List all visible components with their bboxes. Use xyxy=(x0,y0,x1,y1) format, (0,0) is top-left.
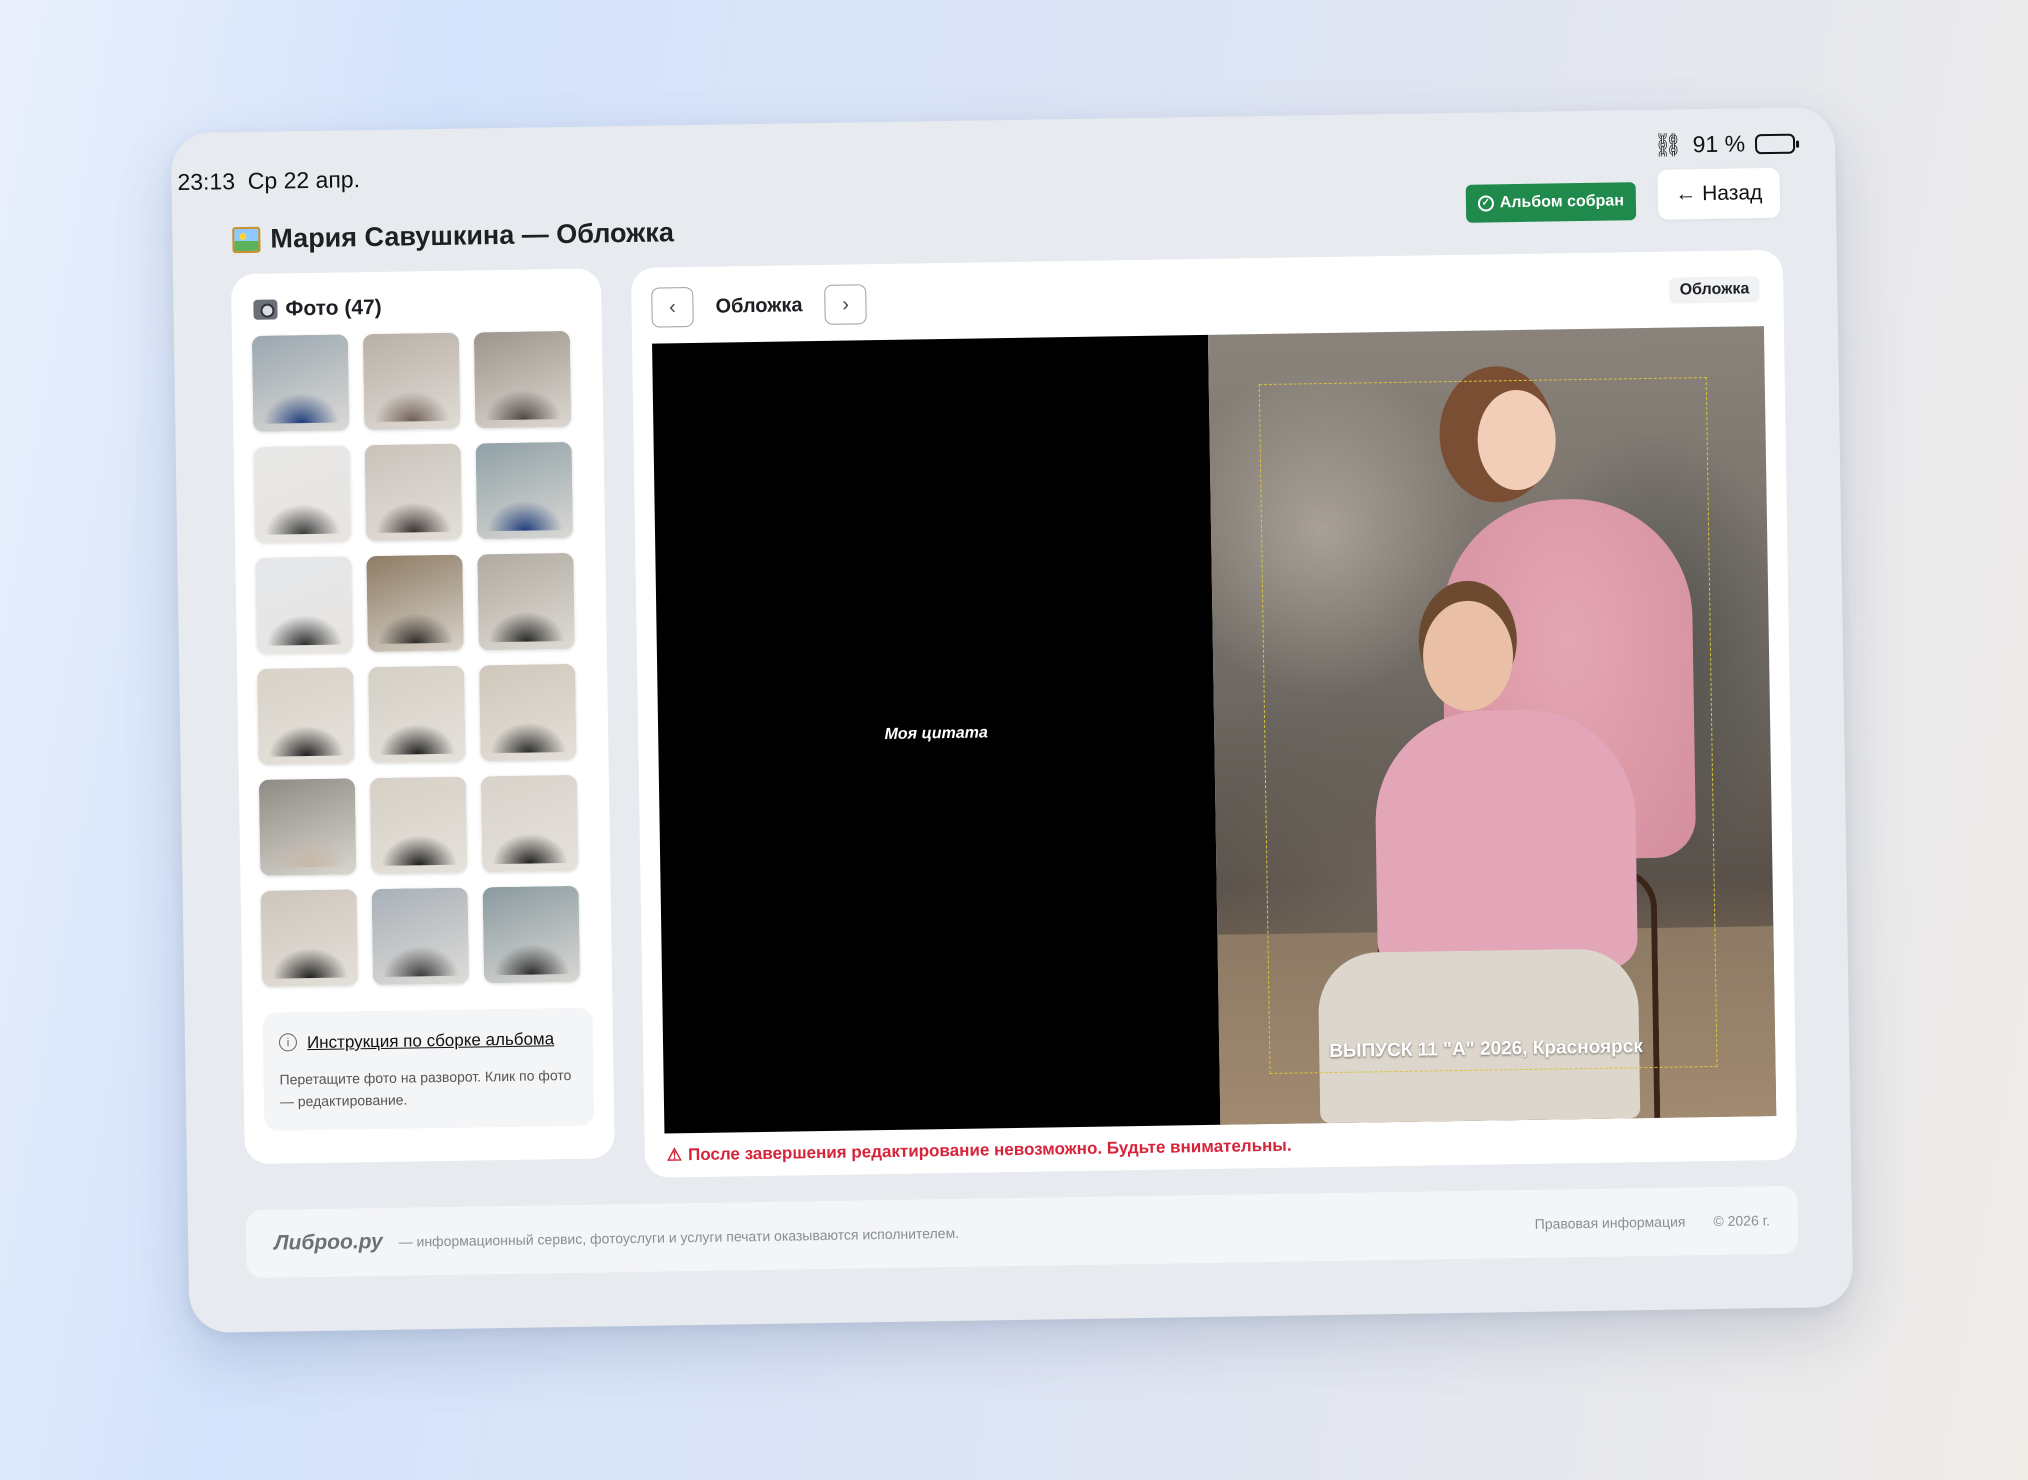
photos-count: Фото (47) xyxy=(285,295,382,321)
photo-thumbnail[interactable] xyxy=(255,556,353,654)
page-title-text: Мария Савушкина — Обложка xyxy=(270,217,675,254)
photo-sidebar: Фото (47) i Инструкция по сборке альбома… xyxy=(230,268,615,1165)
spread-navigation: ‹ Обложка › xyxy=(651,284,867,328)
thumbnail-subject xyxy=(372,593,458,645)
spread-editor: ‹ Обложка › Обложка Моя цитата ВЫПУСК 11… xyxy=(630,249,1798,1178)
cover-back-page[interactable]: Моя цитата xyxy=(652,334,1221,1134)
chevron-left-icon: ‹ xyxy=(668,295,676,318)
photo-thumbnail[interactable] xyxy=(369,776,468,875)
photo-thumbnail[interactable] xyxy=(366,554,464,653)
footer-description: — информационный сервис, фотоуслуги и ус… xyxy=(398,1224,960,1250)
link-icon: ⛓ xyxy=(1653,131,1683,158)
album-complete-badge: ✓ Альбом собран xyxy=(1465,182,1637,223)
photo-thumbnail[interactable] xyxy=(482,885,581,984)
safe-area-guide xyxy=(1258,377,1718,1074)
thumbnail-subject xyxy=(263,705,349,758)
photo-thumbnail[interactable] xyxy=(257,667,355,765)
thumbnail-subject xyxy=(370,482,457,534)
status-time: 23:13 xyxy=(177,168,236,196)
prev-spread-button[interactable]: ‹ xyxy=(651,286,694,328)
warning-icon: ⚠ xyxy=(666,1145,683,1165)
photo-thumbnail[interactable] xyxy=(479,663,577,762)
photo-thumbnail[interactable] xyxy=(364,443,463,542)
photo-grid xyxy=(251,330,592,987)
status-date: Ср 22 апр. xyxy=(247,166,361,194)
photo-thumbnail[interactable] xyxy=(371,887,470,986)
cover-spread: Моя цитата ВЫПУСК 11 "А" 2026, Красноярс… xyxy=(652,326,1777,1134)
thumbnail-subject xyxy=(485,702,571,754)
thumbnail-subject xyxy=(261,594,347,647)
warning-message: ⚠ После завершения редактирование невозм… xyxy=(667,1136,1292,1166)
legal-info-link[interactable]: Правовая информация xyxy=(1535,1213,1686,1231)
quote-text[interactable]: Моя цитата xyxy=(884,724,988,744)
thumbnail-subject xyxy=(374,704,460,756)
photo-thumbnail[interactable] xyxy=(475,441,574,540)
instruction-link[interactable]: Инструкция по сборке альбома xyxy=(307,1026,555,1055)
photo-thumbnail[interactable] xyxy=(260,889,359,987)
instruction-text: Перетащите фото на разворот. Клик по фот… xyxy=(279,1066,572,1110)
thumbnail-subject xyxy=(259,483,346,536)
album-complete-label: Альбом собран xyxy=(1499,192,1625,212)
battery-percent: 91 % xyxy=(1692,130,1746,158)
chevron-right-icon: › xyxy=(842,293,850,316)
photo-thumbnail[interactable] xyxy=(480,774,579,873)
photo-thumbnail[interactable] xyxy=(362,332,461,431)
status-right: ⛓ 91 % xyxy=(1653,130,1796,159)
footer-logo[interactable]: Либроо.ру xyxy=(274,1230,383,1256)
spread-label: Обложка xyxy=(715,293,803,318)
camera-icon xyxy=(253,299,278,320)
thumbnail-subject xyxy=(369,371,455,423)
thumbnail-subject xyxy=(377,926,464,978)
page-title: Мария Савушкина — Обложка xyxy=(232,217,674,255)
photo-thumbnail[interactable] xyxy=(251,334,350,432)
photo-thumbnail[interactable] xyxy=(258,778,357,876)
tablet-frame: 23:13 Ср 22 апр. ⛓ 91 % Мария Савушкина … xyxy=(170,107,1854,1333)
photo-thumbnail[interactable] xyxy=(368,665,466,764)
back-button[interactable]: ← Назад xyxy=(1657,167,1781,220)
next-spread-button[interactable]: › xyxy=(824,284,867,325)
photo-thumbnail[interactable] xyxy=(253,445,352,543)
thumbnail-subject xyxy=(487,813,573,865)
battery-icon xyxy=(1754,133,1796,154)
info-icon: i xyxy=(278,1033,298,1052)
thumbnail-subject xyxy=(483,591,569,643)
warning-text: После завершения редактирование невозмож… xyxy=(687,1135,1292,1165)
picture-icon xyxy=(232,226,261,253)
thumbnail-subject xyxy=(376,815,462,867)
photo-thumbnail[interactable] xyxy=(477,552,575,651)
footer-right: Правовая информация © 2026 г. xyxy=(1535,1212,1770,1232)
instruction-row: i Инструкция по сборке альбома xyxy=(278,1026,577,1056)
thumbnail-subject xyxy=(258,372,344,425)
thumbnail-subject xyxy=(480,369,566,421)
thumbnail-subject xyxy=(265,816,351,869)
cover-front-page[interactable]: ВЫПУСК 11 "А" 2026, Красноярск xyxy=(1207,326,1777,1125)
status-time-date: 23:13 Ср 22 апр. xyxy=(177,166,360,196)
photo-thumbnail[interactable] xyxy=(473,330,572,429)
check-circle-icon: ✓ xyxy=(1477,195,1494,212)
thumbnail-subject xyxy=(266,927,353,980)
footer: Либроо.ру — информационный сервис, фотоу… xyxy=(245,1185,1799,1279)
thumbnail-subject xyxy=(481,480,568,532)
spread-type-tag: Обложка xyxy=(1669,276,1760,304)
copyright: © 2026 г. xyxy=(1713,1212,1771,1230)
thumbnail-subject xyxy=(488,924,575,976)
photos-heading: Фото (47) xyxy=(253,293,581,322)
instruction-card: i Инструкция по сборке альбома Перетащит… xyxy=(262,1007,595,1132)
